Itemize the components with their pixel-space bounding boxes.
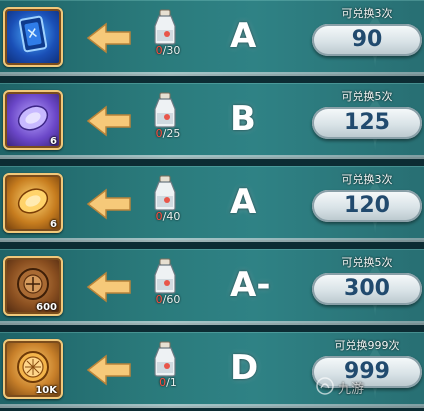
price-button[interactable]: 125	[312, 107, 422, 139]
exchange-row: ✦ 600 0/60 A- 可兑换5次 300	[0, 249, 424, 325]
price-button[interactable]: 300	[312, 273, 422, 305]
tier-grade: A	[230, 16, 257, 56]
item-count: 6	[50, 136, 57, 147]
tier-grade: A	[230, 182, 257, 222]
exchange-limit: 可兑换5次	[341, 256, 393, 269]
exchange-limit: 可兑换5次	[341, 90, 393, 103]
price-button[interactable]: 90	[312, 24, 422, 56]
currency-cost: 0/30	[155, 44, 181, 57]
watermark-logo-icon	[316, 377, 334, 395]
exchange-list: ✦ 0/30 A 可兑换3次 90 ✦	[0, 0, 424, 411]
exchange-limit: 可兑换3次	[341, 173, 393, 186]
exchange-limit: 可兑换3次	[341, 7, 393, 20]
arrow-left-icon	[86, 105, 131, 137]
purple-gem-icon	[17, 105, 49, 131]
currency-cost: 0/25	[155, 127, 181, 140]
tier-grade: B	[230, 99, 256, 139]
arrow-left-icon	[86, 354, 131, 386]
potion-bottle-icon	[154, 341, 176, 377]
bronze-medal-icon	[17, 267, 49, 300]
reward-item[interactable]: 600	[3, 256, 63, 316]
arrow-left-icon	[86, 271, 131, 303]
amber-gem-icon	[17, 188, 49, 214]
exchange-row: ✦ 0/30 A 可兑换3次 90	[0, 0, 424, 76]
item-count: 6	[50, 219, 57, 230]
exchange-row: ✦ 6 0/25 B 可兑换5次 125	[0, 83, 424, 159]
blue-card-icon	[18, 15, 48, 52]
potion-bottle-icon	[154, 258, 176, 294]
item-count: 10K	[35, 385, 57, 396]
arrow-left-icon	[86, 188, 131, 220]
watermark-text: 九游	[338, 382, 365, 397]
currency-cost: 0/40	[155, 210, 181, 223]
potion-bottle-icon	[154, 92, 176, 128]
currency-cost: 0/60	[155, 293, 181, 306]
reward-item[interactable]	[3, 7, 63, 67]
tier-grade: D	[230, 348, 259, 388]
reward-item[interactable]: 6	[3, 173, 63, 233]
exchange-row: ✦ 6 0/40 A 可兑换3次 120	[0, 166, 424, 242]
reward-item[interactable]: 6	[3, 90, 63, 150]
gold-coin-icon	[17, 350, 49, 383]
tier-grade: A-	[230, 265, 271, 305]
arrow-left-icon	[86, 22, 131, 54]
item-count: 600	[36, 302, 57, 313]
potion-bottle-icon	[154, 175, 176, 211]
currency-cost: 0/1	[159, 376, 177, 389]
potion-bottle-icon	[154, 9, 176, 45]
exchange-limit: 可兑换999次	[334, 339, 400, 352]
price-button[interactable]: 120	[312, 190, 422, 222]
reward-item[interactable]: 10K	[3, 339, 63, 399]
